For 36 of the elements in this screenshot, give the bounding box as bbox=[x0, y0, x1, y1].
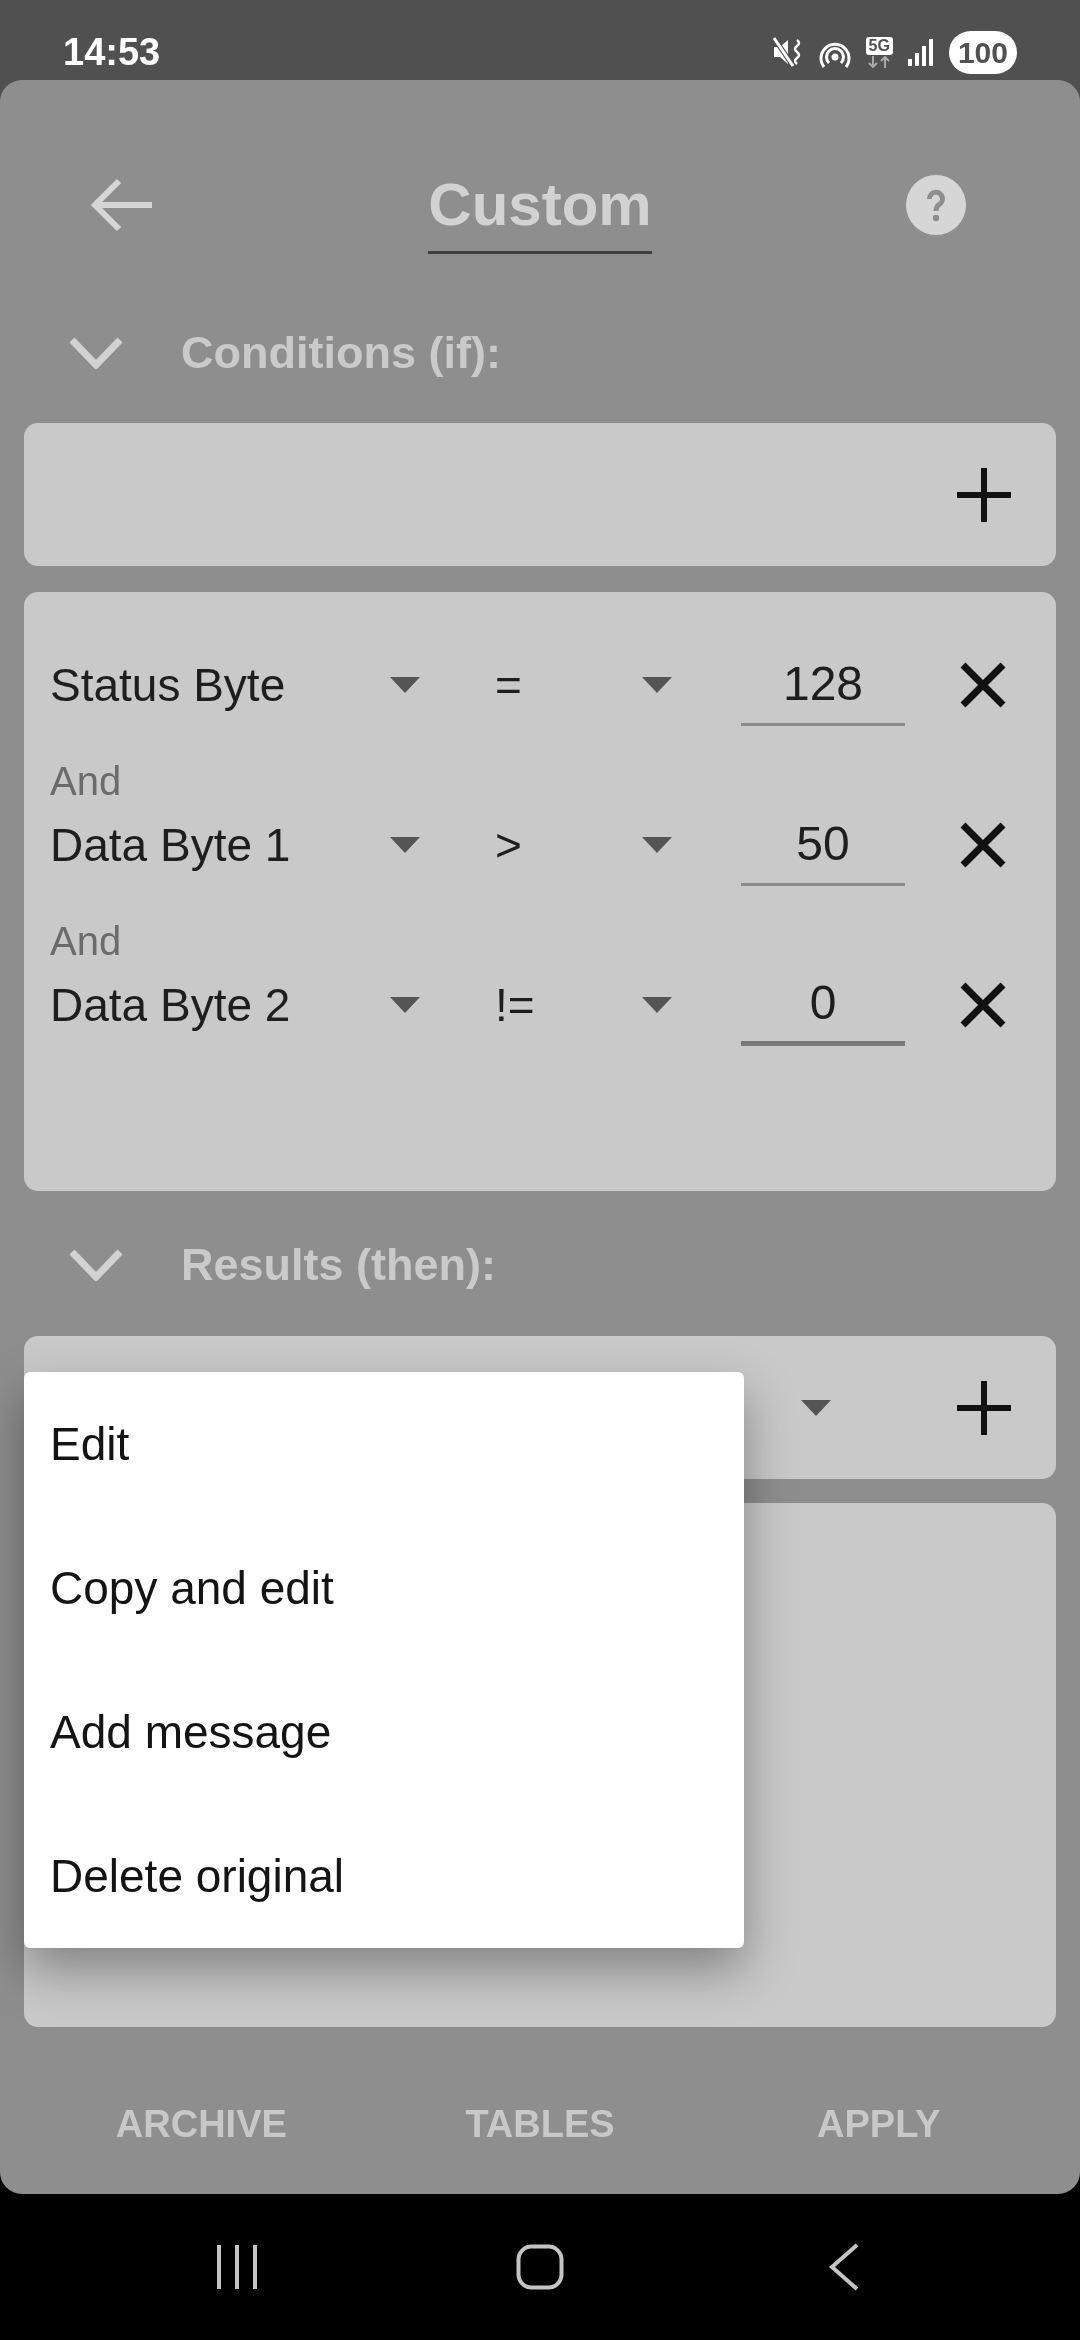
operator-dropdown[interactable]: = bbox=[495, 644, 672, 726]
caret-icon bbox=[642, 997, 672, 1013]
value-field[interactable]: 50 bbox=[741, 804, 905, 886]
menu-item[interactable]: Edit bbox=[24, 1372, 744, 1516]
caret-icon bbox=[801, 1399, 831, 1416]
field-dropdown[interactable]: Status Byte bbox=[50, 644, 420, 726]
caret-icon bbox=[642, 837, 672, 853]
home-icon[interactable] bbox=[516, 2244, 564, 2290]
caret-icon bbox=[390, 677, 420, 693]
recent-apps-icon[interactable] bbox=[215, 2245, 258, 2289]
back-icon[interactable] bbox=[827, 2243, 859, 2291]
menu-item[interactable]: Copy and edit bbox=[24, 1516, 744, 1660]
signal-bars-icon bbox=[906, 38, 935, 66]
field-dropdown[interactable]: Data Byte 1 bbox=[50, 804, 420, 886]
value-field[interactable]: 0 bbox=[741, 964, 905, 1046]
section-heading: Results (then): bbox=[181, 1239, 496, 1291]
network-type-label: 5G bbox=[865, 36, 893, 55]
operator-dropdown[interactable]: > bbox=[495, 804, 672, 886]
section-heading: Conditions (if): bbox=[181, 327, 501, 379]
caret-icon bbox=[390, 997, 420, 1013]
caret-icon bbox=[390, 837, 420, 853]
close-icon[interactable] bbox=[960, 982, 1006, 1028]
plus-icon[interactable] bbox=[957, 1380, 1011, 1435]
menu-item[interactable]: Delete original bbox=[24, 1804, 744, 1948]
connector-label: And bbox=[50, 918, 122, 964]
connector-label: And bbox=[50, 758, 122, 804]
field-dropdown[interactable]: Data Byte 2 bbox=[50, 964, 420, 1046]
value-field[interactable]: 128 bbox=[741, 644, 905, 726]
battery-indicator: 100 bbox=[948, 30, 1017, 74]
plus-icon[interactable] bbox=[957, 467, 1011, 522]
clock-time: 14:53 bbox=[63, 30, 161, 74]
caret-icon bbox=[642, 677, 672, 693]
menu-item[interactable]: Add message bbox=[24, 1660, 744, 1804]
close-icon[interactable] bbox=[960, 662, 1006, 708]
operator-dropdown[interactable]: != bbox=[495, 964, 672, 1046]
close-icon[interactable] bbox=[960, 822, 1006, 868]
